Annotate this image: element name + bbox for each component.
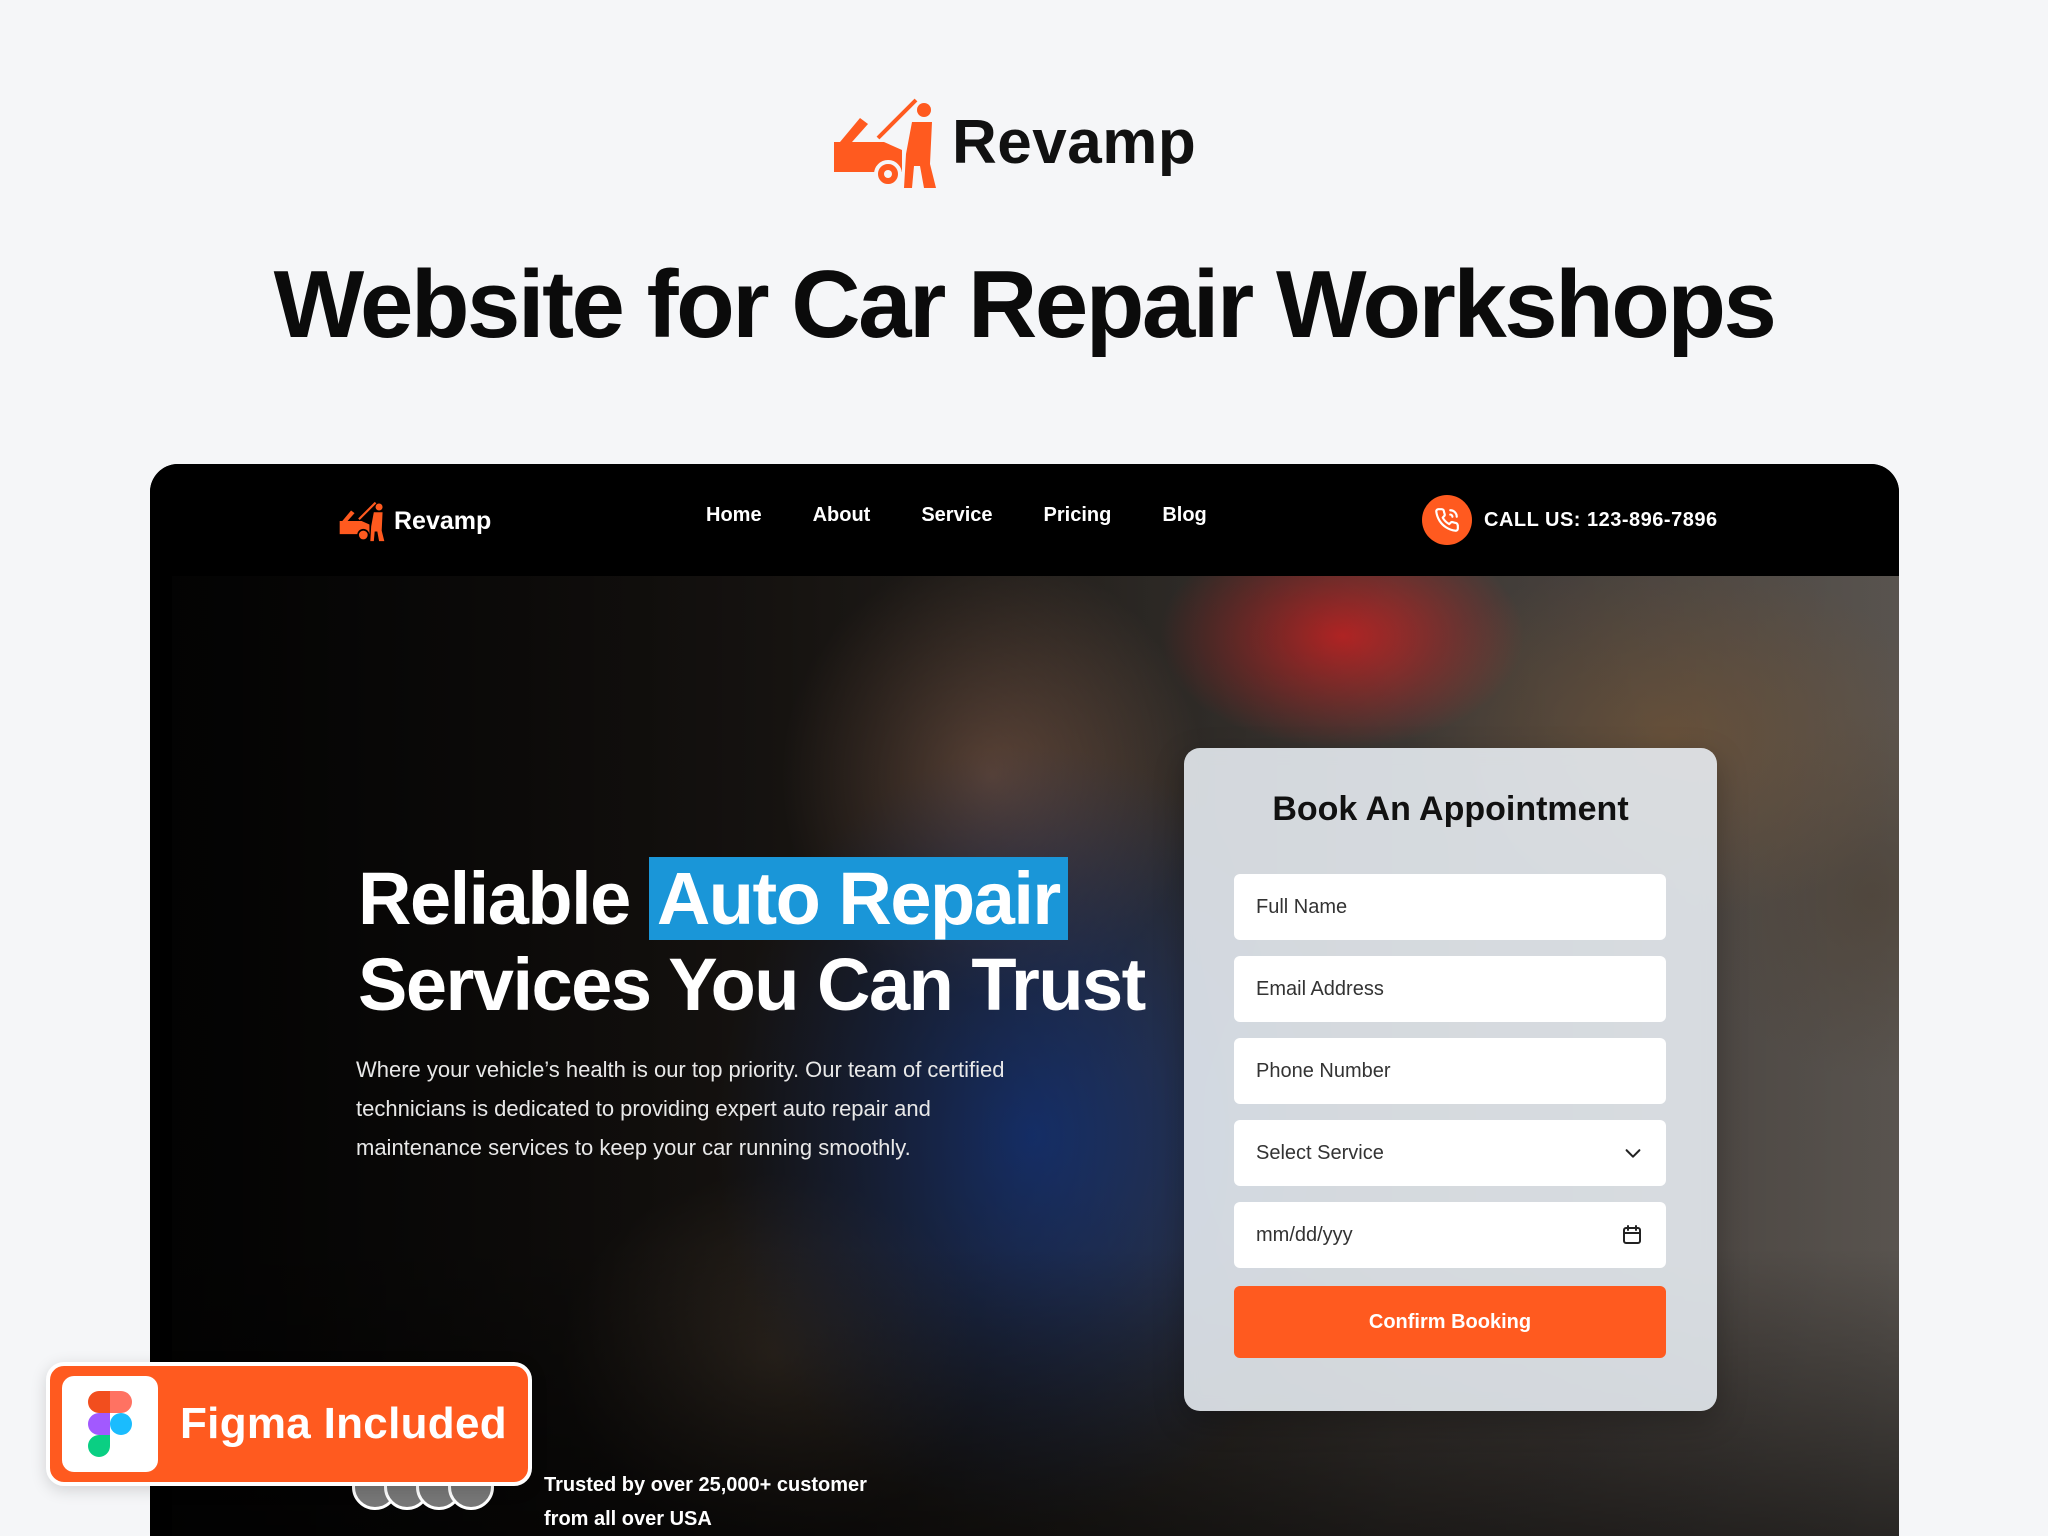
booking-title: Book An Appointment xyxy=(1272,790,1629,828)
date-input[interactable]: mm/dd/yyy xyxy=(1234,1202,1666,1268)
chevron-down-icon xyxy=(1625,1149,1641,1158)
call-us-link[interactable]: CALL US: 123-896-7896 xyxy=(1422,495,1718,545)
confirm-booking-button[interactable]: Confirm Booking xyxy=(1234,1286,1666,1358)
trusted-line: Trusted by over 25,000+ customer xyxy=(544,1474,867,1496)
nav-link-pricing[interactable]: Pricing xyxy=(1044,504,1112,527)
booking-form: Book An Appointment Full Name Email Addr… xyxy=(1184,748,1717,1411)
figma-included-badge: Figma Included xyxy=(46,1362,532,1486)
hero-description: Where your vehicle’s health is our top p… xyxy=(356,1050,1156,1167)
email-placeholder: Email Address xyxy=(1256,977,1384,1000)
email-input[interactable]: Email Address xyxy=(1234,956,1666,1022)
brand-header: Revamp xyxy=(832,94,1196,190)
nav-link-home[interactable]: Home xyxy=(706,504,762,527)
call-us-text: CALL US: 123-896-7896 xyxy=(1484,508,1718,531)
date-placeholder: mm/dd/yyy xyxy=(1256,1223,1353,1246)
service-select-value: Select Service xyxy=(1256,1141,1384,1164)
nav-link-blog[interactable]: Blog xyxy=(1162,504,1206,527)
figma-logo-icon xyxy=(62,1376,158,1472)
hero-description-line: Where your vehicle’s health is our top p… xyxy=(356,1057,1005,1082)
nav-logo-text: Revamp xyxy=(394,506,492,535)
nav-logo[interactable]: Revamp xyxy=(336,500,491,542)
car-repair-logo-icon xyxy=(339,501,385,542)
hero-description-line: technicians is dedicated to providing ex… xyxy=(356,1096,931,1121)
trusted-text: Trusted by over 25,000+ customer from al… xyxy=(544,1468,867,1536)
trusted-line: from all over USA xyxy=(544,1508,712,1530)
brand-name: Revamp xyxy=(952,107,1197,177)
hero-description-line: maintenance services to keep your car ru… xyxy=(356,1135,911,1160)
nav-links: Home About Service Pricing Blog xyxy=(706,504,1207,527)
hero-title: Reliable Auto Repair Services You Can Tr… xyxy=(358,856,1146,1028)
figma-included-label: Figma Included xyxy=(180,1399,507,1448)
nav-link-about[interactable]: About xyxy=(813,504,871,527)
hero-title-line2: Services You Can Trust xyxy=(358,943,1146,1026)
hero-title-highlight: Auto Repair xyxy=(648,857,1068,940)
hero-title-plain: Reliable xyxy=(358,857,631,940)
calendar-icon[interactable] xyxy=(1620,1223,1644,1247)
car-repair-logo-icon xyxy=(834,98,936,188)
phone-icon xyxy=(1422,495,1472,545)
service-select[interactable]: Select Service xyxy=(1234,1120,1666,1186)
phone-placeholder: Phone Number xyxy=(1256,1059,1391,1082)
site-navbar: Revamp Home About Service Pricing Blog C… xyxy=(150,464,1899,576)
full-name-placeholder: Full Name xyxy=(1256,895,1348,918)
nav-link-service[interactable]: Service xyxy=(921,504,992,527)
phone-input[interactable]: Phone Number xyxy=(1234,1038,1666,1104)
full-name-input[interactable]: Full Name xyxy=(1234,874,1666,940)
page-headline: Website for Car Repair Workshops xyxy=(273,251,1777,358)
